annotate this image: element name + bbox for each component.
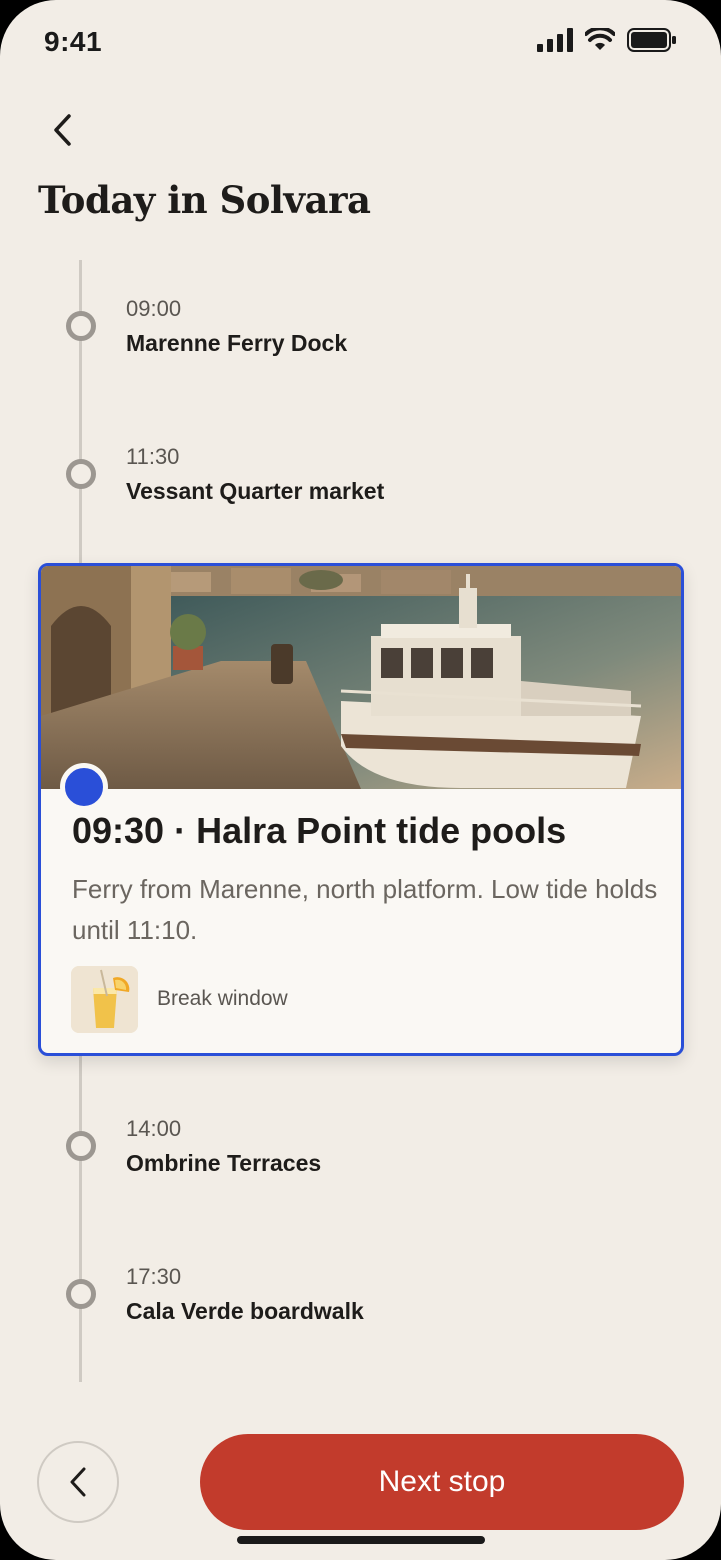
stop-name: Marenne Ferry Dock — [126, 330, 348, 356]
timeline-node — [66, 1131, 96, 1161]
timeline-node — [66, 1279, 96, 1309]
timeline-stop[interactable]: 09:00 Marenne Ferry Dock — [0, 290, 721, 360]
featured-stop-card[interactable]: 09:30 · Halra Point tide pools Ferry fro… — [38, 563, 684, 1056]
stop-time: 17:30 — [126, 1264, 182, 1289]
back-button[interactable] — [40, 106, 84, 154]
timeline-node — [66, 311, 96, 341]
timeline-stop[interactable]: 14:00 Ombrine Terraces — [0, 1110, 721, 1180]
chevron-left-icon — [70, 1467, 86, 1497]
status-time: 9:41 — [44, 26, 103, 57]
wifi-icon — [585, 28, 615, 50]
featured-stop-description: Ferry from Marenne, north platform. Low … — [72, 874, 658, 945]
stop-name: Vessant Quarter market — [126, 478, 385, 504]
timeline-node — [66, 459, 96, 489]
battery-icon — [627, 28, 676, 52]
harbor-boat-photo — [41, 566, 681, 789]
current-stop-marker — [60, 763, 108, 811]
stop-time: 09:00 — [126, 296, 182, 321]
stop-time: 11:30 — [126, 444, 180, 469]
lemonade-thumbnail — [71, 966, 138, 1033]
signal-icon — [537, 28, 573, 52]
stop-name: Ombrine Terraces — [126, 1150, 322, 1176]
stop-time: 14:00 — [126, 1116, 182, 1141]
timeline-stop[interactable]: 17:30 Cala Verde boardwalk — [0, 1258, 721, 1328]
timeline-stop[interactable]: 11:30 Vessant Quarter market — [0, 438, 721, 508]
status-icons — [537, 28, 677, 52]
stop-name: Cala Verde boardwalk — [126, 1298, 364, 1324]
featured-stop-title: 09:30 · Halra Point tide pools — [72, 810, 567, 851]
status-bar: 9:41 — [0, 0, 721, 90]
previous-stop-button[interactable] — [37, 1441, 119, 1523]
next-stop-button[interactable]: Next stop — [200, 1434, 684, 1530]
home-indicator — [237, 1536, 485, 1544]
page-title: Today in Solvara — [38, 178, 371, 222]
phone-screen: 9:41 Today in Solvara 09:00 Marenne Ferr… — [0, 0, 721, 1560]
break-window-label: Break window — [157, 987, 288, 1010]
chevron-left-icon — [54, 114, 71, 146]
